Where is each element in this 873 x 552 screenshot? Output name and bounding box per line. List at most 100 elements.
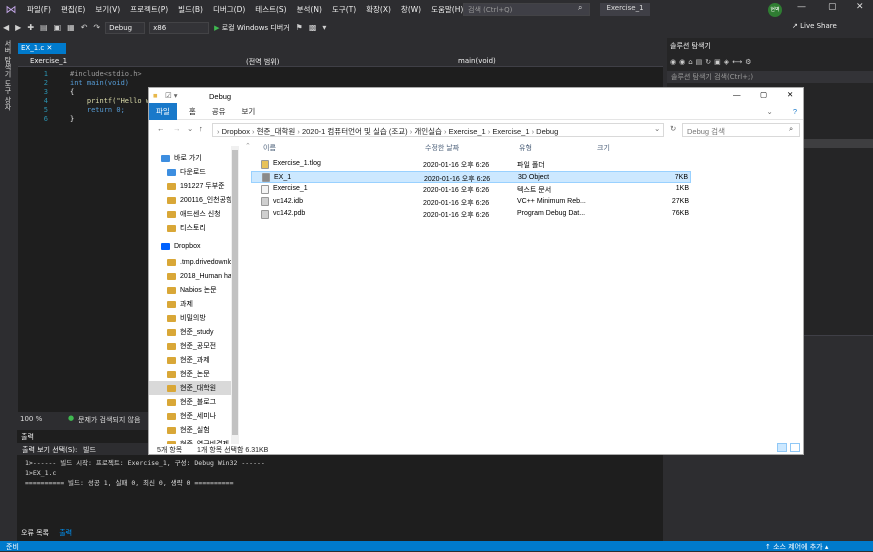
forward-icon[interactable]: ▶	[12, 23, 24, 32]
search-icon[interactable]: ⌕	[578, 3, 582, 13]
ribbon-tab-share[interactable]: 공유	[204, 106, 234, 117]
ribbon-tab-view[interactable]: 보기	[234, 106, 264, 117]
close-tab-icon[interactable]: ✕	[46, 44, 52, 52]
nav-item[interactable]: 비밀의방	[149, 311, 239, 325]
code-line[interactable]: 1 #include<stdio.h>	[18, 70, 658, 79]
file-row[interactable]: vc142.idb 2020-01-16 오후 6:26 VC++ Minimum …	[251, 196, 691, 208]
up-arrow-icon[interactable]: ↑	[199, 124, 203, 133]
ribbon-tab-file[interactable]: 파일	[149, 103, 177, 120]
nav-scroll-thumb[interactable]	[232, 150, 238, 435]
ribbon-expand-icon[interactable]: ⌄	[767, 107, 773, 116]
menu-item[interactable]: 보기(V)	[90, 4, 125, 15]
details-view-button[interactable]	[777, 443, 787, 452]
menu-item[interactable]: 테스트(S)	[250, 4, 291, 15]
breadcrumb-item[interactable]: Exercise_1	[492, 127, 529, 136]
nav-item[interactable]: 2018_Human ha	[149, 269, 239, 283]
menu-item[interactable]: 확장(X)	[361, 4, 396, 15]
large-icons-view-button[interactable]	[790, 443, 800, 452]
attach-icon[interactable]: ⚑	[293, 23, 306, 32]
forward-arrow-icon[interactable]: →	[173, 124, 181, 133]
nav-item[interactable]: 다운로드	[149, 165, 239, 179]
zoom-level[interactable]: 100 %	[20, 415, 42, 423]
menu-item[interactable]: 편집(E)	[56, 4, 90, 15]
save-all-icon[interactable]: ▦	[64, 23, 78, 32]
recent-dropdown-icon[interactable]: ⌄	[187, 124, 193, 133]
address-bar[interactable]: › Dropbox › 현준_대학원 › 2020-1 컴퓨터언어 및 실습 (…	[212, 123, 664, 137]
nav-item[interactable]: 200116_인천공항	[149, 193, 239, 207]
collapse-icon[interactable]: ⌃	[245, 142, 251, 150]
explorer-minimize-icon[interactable]: —	[733, 90, 741, 99]
breadcrumb-item[interactable]: 현준_대학원	[257, 127, 296, 136]
refresh-icon[interactable]: ↻	[670, 124, 676, 133]
nav-item[interactable]: 바로 가기	[149, 151, 239, 165]
back-icon[interactable]: ◀	[0, 23, 12, 32]
breadcrumb-item[interactable]: Exercise_1	[449, 127, 486, 136]
nav-item[interactable]: 현준_대학원	[149, 381, 239, 395]
help-icon[interactable]: ?	[793, 107, 797, 116]
output-source-select[interactable]: 빌드	[83, 445, 96, 455]
solution-search-input[interactable]: 솔루션 탐색기 검색(Ctrl+;)	[667, 71, 873, 83]
file-row[interactable]: EX_1 2020-01-16 오후 6:26 3D Object 7KB	[251, 170, 691, 183]
file-row[interactable]: Exercise_1 2020-01-16 오후 6:26 텍스트 문서 1KB	[251, 183, 691, 195]
nav-project[interactable]: Exercise_1	[30, 57, 67, 65]
menu-item[interactable]: 프로젝트(P)	[125, 4, 173, 15]
quick-access-toolbar-icon[interactable]: ☑ ▾	[165, 91, 178, 100]
server-explorer-tab[interactable]: 서버 탐색기	[3, 40, 13, 77]
nav-item[interactable]: Nabios 논문	[149, 283, 239, 297]
live-share-button[interactable]: ↗ Live Share	[792, 22, 837, 30]
breadcrumb-separator-icon[interactable]: ›	[250, 127, 257, 136]
col-date[interactable]: 수정한 날짜	[425, 143, 459, 153]
nav-item[interactable]: 현준_과제	[149, 353, 239, 367]
vs-search-input[interactable]: 검색 (Ctrl+Q)	[463, 3, 590, 16]
explorer-search-icon[interactable]: ⌕	[789, 124, 793, 134]
explorer-maximize-icon[interactable]: ▢	[760, 90, 767, 99]
editor-tab[interactable]: EX_1.c ✕	[18, 43, 66, 54]
breadcrumb-item[interactable]: Debug	[536, 127, 558, 136]
redo-icon[interactable]: ↷	[90, 23, 103, 32]
nav-function[interactable]: main(void)	[458, 57, 496, 65]
address-dropdown-icon[interactable]: ⌄	[654, 124, 660, 133]
menu-item[interactable]: 분석(N)	[292, 4, 327, 15]
nav-item[interactable]: 현준_세미나	[149, 409, 239, 423]
close-icon[interactable]: ✕	[856, 2, 864, 12]
platform-select[interactable]: x86	[149, 21, 210, 34]
toolbar-more-icon[interactable]: ▾	[319, 23, 329, 32]
new-project-icon[interactable]: ✚	[24, 23, 37, 32]
breadcrumb-item[interactable]: Dropbox	[222, 127, 250, 136]
menu-item[interactable]: 도움말(H)	[426, 4, 468, 15]
run-button[interactable]: ▶ 로컬 Windows 디버거	[211, 23, 293, 33]
menu-item[interactable]: 빌드(B)	[173, 4, 208, 15]
nav-item[interactable]: 티스토리	[149, 221, 239, 235]
nav-item[interactable]: Dropbox	[149, 239, 239, 253]
undo-icon[interactable]: ↶	[78, 23, 91, 32]
file-row[interactable]: vc142.pdb 2020-01-16 오후 6:26 Program Debug…	[251, 208, 691, 220]
maximize-icon[interactable]: ▢	[828, 2, 837, 12]
nav-item[interactable]: 현준_실험	[149, 423, 239, 437]
col-type[interactable]: 유형	[519, 143, 532, 153]
minimize-icon[interactable]: —	[797, 2, 806, 12]
nav-item[interactable]: 과제	[149, 297, 239, 311]
menu-item[interactable]: 파일(F)	[22, 4, 56, 15]
nav-item[interactable]: 191227 두부준	[149, 179, 239, 193]
file-row[interactable]: Exercise_1.tlog 2020-01-16 오후 6:26 파일 폴더	[251, 158, 691, 170]
nav-item[interactable]: 현준_블로그	[149, 395, 239, 409]
explorer-search-input[interactable]: Debug 검색	[682, 123, 800, 137]
breadcrumb-item[interactable]: 개인실습	[414, 127, 442, 136]
open-icon[interactable]: ▤	[37, 23, 51, 32]
breadcrumb-separator-icon[interactable]: ›	[295, 127, 302, 136]
menu-item[interactable]: 창(W)	[396, 4, 426, 15]
tab-output[interactable]: 출력	[59, 529, 72, 537]
back-arrow-icon[interactable]: ←	[157, 124, 165, 133]
ribbon-tab-home[interactable]: 홈	[181, 106, 204, 117]
nav-item[interactable]: .tmp.drivedownlc	[149, 255, 239, 269]
col-size[interactable]: 크기	[597, 143, 610, 153]
nav-scope[interactable]: (전역 범위)	[246, 57, 279, 67]
menu-item[interactable]: 도구(T)	[327, 4, 361, 15]
tab-error-list[interactable]: 오류 목록	[21, 529, 49, 537]
save-icon[interactable]: ▣	[51, 23, 65, 32]
nav-item[interactable]: 애드센스 신청	[149, 207, 239, 221]
camera-icon[interactable]: ▩	[306, 23, 320, 32]
nav-item[interactable]: 현준_논문	[149, 367, 239, 381]
avatar[interactable]: 현벽	[768, 3, 782, 17]
breadcrumb-item[interactable]: 2020-1 컴퓨터언어 및 실습 (조교)	[302, 127, 408, 136]
